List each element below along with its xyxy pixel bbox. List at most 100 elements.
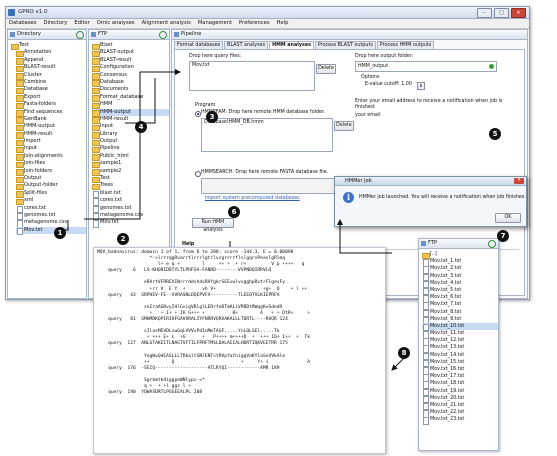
ftp-output-file-item[interactable]: Mov.txt_21.txt — [422, 402, 498, 411]
ftp-output-file-item[interactable]: Mov.txt_19.txt — [422, 388, 498, 397]
parent-folder-item[interactable]: [..] — [422, 251, 498, 259]
ftp-folder-item[interactable]: BLAST-output — [92, 49, 169, 58]
ftp-folder-item[interactable]: Format_database — [92, 94, 169, 102]
menu-alignment-analysis[interactable]: Alignment analysis — [142, 19, 191, 28]
directory-folder-item[interactable]: Split-files — [16, 190, 86, 198]
ftp-output-file-item[interactable]: Mov.txt_12.txt — [422, 337, 498, 346]
ftp-file-item[interactable]: blast.txt — [92, 190, 169, 199]
directory-folder-item[interactable]: HMM-result — [16, 131, 86, 139]
ftp-output-file-item[interactable]: Mov.txt_11.txt — [422, 330, 498, 339]
evalue-spinner-icon[interactable]: ⬍ — [417, 82, 425, 90]
ftp-folder-item[interactable]: Input — [92, 123, 169, 132]
directory-folder-item[interactable]: Combine — [16, 79, 86, 87]
ftp-folder-item[interactable]: Library — [92, 131, 169, 139]
directory-folder-item[interactable]: GenBank — [16, 116, 86, 124]
ftp-output-file-item[interactable]: Mov.txt_22.txt — [422, 409, 498, 418]
directory-file-item[interactable]: metagenome.csv — [16, 219, 86, 228]
menu-preferences[interactable]: Preferences — [239, 19, 270, 28]
directory-folder-item[interactable]: Join-files — [16, 160, 86, 169]
minimize-button[interactable]: – — [477, 8, 492, 18]
email-input[interactable]: your email — [355, 113, 381, 118]
ftp-output-file-item[interactable]: Mov.txt_3.txt — [422, 273, 498, 282]
ftp-folder-item[interactable]: Public_html — [92, 153, 169, 161]
ftp-file-item[interactable]: Mov.txt — [92, 219, 169, 228]
ftp-output-file-item[interactable]: Mov.txt_1.txt — [422, 258, 498, 267]
directory-folder-item[interactable]: Fasta-folders — [16, 101, 86, 110]
directory-folder-item[interactable]: Import — [16, 138, 86, 147]
directory-folder-item[interactable]: Join-alignments — [16, 153, 86, 161]
ftp-output-file-item[interactable]: Mov.txt_17.txt — [422, 373, 498, 382]
import-databases-link[interactable]: Import system precomputed databases — [205, 196, 300, 201]
ftp-folder-item[interactable]: BLAST-result — [92, 57, 169, 65]
ftp-folder-item[interactable]: sample1 — [92, 160, 169, 169]
hmm-database-dropzone[interactable]: Database\HMM_DB.hmm — [201, 118, 333, 152]
ftp-output-file-item[interactable]: Mov.txt_5.txt — [422, 287, 498, 296]
menu-omic-analyses[interactable]: Omic analyses — [97, 19, 135, 28]
ftp-folder-item[interactable]: Documents — [92, 86, 169, 95]
query-files-dropzone[interactable]: Mov.txt — [189, 61, 315, 91]
directory-folder-item[interactable]: Cluster — [16, 72, 86, 80]
menu-databases[interactable]: Databases — [9, 19, 36, 28]
ftp-file-item[interactable]: metagenome.csv — [92, 212, 169, 221]
ftp-folder-item[interactable]: Test — [92, 175, 169, 184]
refresh-icon[interactable] — [488, 240, 496, 248]
menu-directory[interactable]: Directory — [43, 19, 67, 28]
ftp-file-item[interactable]: genomes.txt — [92, 205, 169, 214]
refresh-icon[interactable] — [159, 31, 167, 39]
ftp-folder-item[interactable]: sample2 — [92, 168, 169, 176]
directory-file-item[interactable]: genomes.txt — [16, 212, 86, 221]
directory-folder-item[interactable]: Find sequences — [16, 109, 86, 117]
ftp-output-file-item[interactable]: Mov.txt_16.txt — [422, 366, 498, 375]
directory-folder-item[interactable]: Append — [16, 57, 86, 65]
directory-folder-item[interactable]: Output-folder — [16, 182, 86, 191]
directory-folder-item[interactable]: Annotation — [16, 49, 86, 58]
ftp-output-file-item[interactable]: Mov.txt_7.txt — [422, 301, 498, 310]
directory-file-item[interactable]: cores.txt — [16, 205, 86, 214]
ftp-folder-item[interactable]: Database — [92, 79, 169, 87]
ftp-folder-item[interactable]: Trees — [92, 182, 169, 191]
ftp-output-file-item[interactable]: Mov.txt_6.txt — [422, 294, 498, 303]
close-button[interactable]: ✕ — [511, 8, 526, 18]
ftp-output-file-item[interactable]: Mov.txt_20.txt — [422, 395, 498, 404]
directory-folder-item[interactable]: Input — [16, 145, 86, 154]
directory-folder-item[interactable]: Output — [16, 175, 86, 184]
directory-file-item[interactable]: Mov.txt — [16, 226, 86, 236]
tree-root-folder[interactable]: Test — [11, 42, 86, 50]
fasta-database-dropzone[interactable] — [201, 178, 353, 194]
directory-folder-item[interactable]: Join-folders — [16, 168, 86, 176]
ftp-output-file-item[interactable]: Mov.txt_4.txt — [422, 280, 498, 289]
hmm-db-delete-button[interactable]: Delete — [334, 121, 354, 131]
output-folder-dropzone[interactable]: HMM_output — [355, 61, 497, 72]
directory-folder-item[interactable]: xml — [16, 197, 86, 206]
ftp-folder-item[interactable]: Pipeline — [92, 145, 169, 154]
menu-management[interactable]: Management — [198, 19, 232, 28]
directory-folder-item[interactable]: BLAST-result — [16, 64, 86, 73]
ftp-output-file-item[interactable]: Mov.txt_2.txt — [422, 265, 498, 274]
run-hmm-analysis-button[interactable]: Run HMM analysis — [192, 218, 234, 233]
ftp-output-file-item[interactable]: Mov.txt_13.txt — [422, 344, 498, 353]
menu-help[interactable]: Help — [277, 19, 289, 28]
refresh-icon[interactable] — [76, 31, 84, 39]
ftp-output-file-item[interactable]: Mov.txt_10.txt — [422, 322, 498, 332]
query-delete-button[interactable]: Delete — [316, 64, 336, 74]
ftp-output-file-item[interactable]: Mov.txt_8.txt — [422, 309, 498, 317]
evalue-cutoff-field[interactable]: E-value cutoff: 1.00 — [365, 82, 412, 87]
ftp-output-file-item[interactable]: Mov.txt_15.txt — [422, 359, 498, 368]
dialog-ok-button[interactable]: OK — [495, 213, 521, 223]
ftp-folder-item[interactable]: Output — [92, 138, 169, 147]
ftp-folder-item[interactable]: Configuration — [92, 64, 169, 73]
ftp-folder-item[interactable]: Blast — [92, 42, 169, 50]
ftp-output-file-item[interactable]: Mov.txt_18.txt — [422, 380, 498, 389]
directory-folder-item[interactable]: Export — [16, 94, 86, 102]
ftp-output-file-item[interactable]: Mov.txt_9.txt — [422, 316, 498, 325]
directory-folder-item[interactable]: HMM-output — [16, 123, 86, 132]
ftp-output-file-item[interactable]: Mov.txt_14.txt — [422, 352, 498, 361]
directory-folder-item[interactable]: Database — [16, 86, 86, 95]
ftp-folder-item[interactable]: HMM — [92, 101, 169, 110]
ftp-folder-item[interactable]: HMM-output — [92, 108, 169, 117]
dialog-close-button[interactable]: ✕ — [514, 177, 524, 184]
maximize-button[interactable]: □ — [494, 8, 509, 18]
ftp-file-item[interactable]: cores.txt — [92, 197, 169, 206]
ftp-folder-item[interactable]: Consensus — [92, 72, 169, 80]
ftp-folder-item[interactable]: HMM-result — [92, 116, 169, 124]
